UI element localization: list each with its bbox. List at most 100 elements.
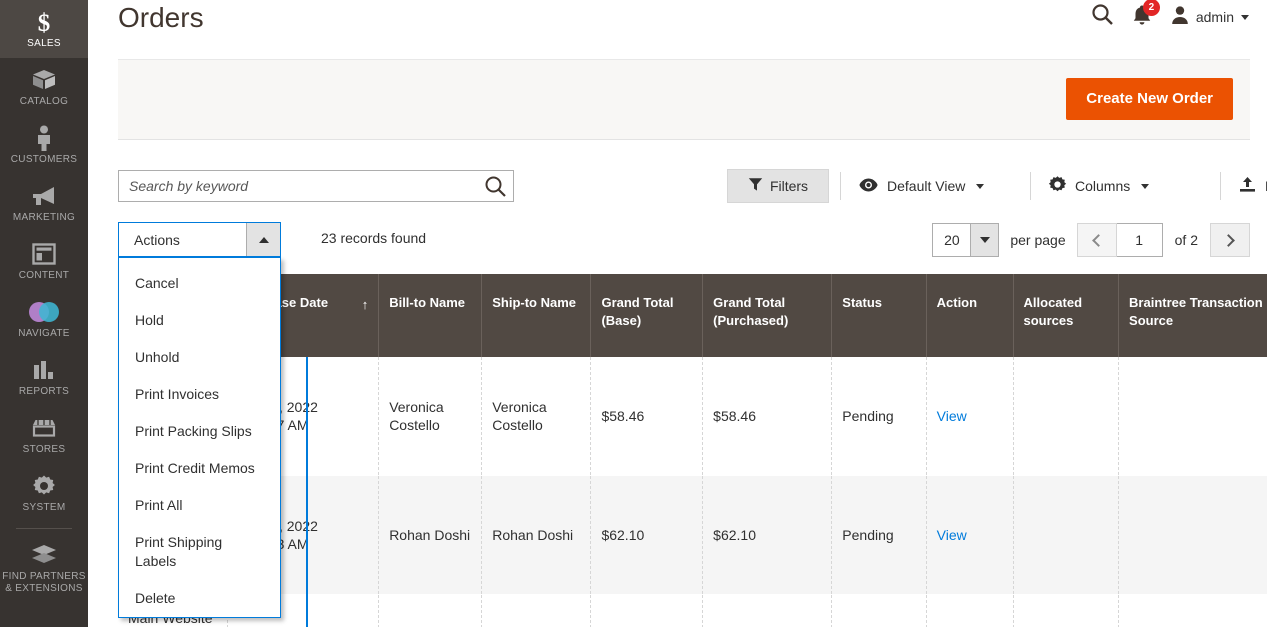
cell-bill-to-name: Rohan Doshi	[378, 475, 483, 595]
gear-icon	[2, 473, 86, 499]
search-input[interactable]	[119, 171, 469, 201]
cell-allocated-sources	[1013, 357, 1120, 476]
chevron-down-icon	[1241, 14, 1249, 20]
main-content: Orders 2 admin Create New Order Search b…	[88, 0, 1267, 627]
column-header-braintree-transaction-source[interactable]: Braintree Transaction Source	[1118, 274, 1267, 357]
cell-allocated-sources	[1013, 475, 1120, 595]
eye-icon	[858, 177, 879, 196]
cell-grand-total-base: $58.46	[590, 357, 704, 476]
table-row[interactable]: Main Website Main Website Store Default …	[118, 357, 1267, 476]
sidebar-divider	[16, 528, 72, 529]
column-header-allocated-sources[interactable]: Allocated sources	[1013, 274, 1120, 357]
sidebar-item-sales[interactable]: $ SALES	[0, 0, 88, 58]
table-row[interactable]: Main Website Main Website Store Default …	[118, 475, 1267, 595]
column-header-bill-to-name[interactable]: Bill-to Name	[378, 274, 483, 357]
per-page-selector[interactable]: 20	[932, 223, 1000, 257]
toolbar-divider	[1030, 172, 1031, 200]
global-search-button[interactable]	[1091, 3, 1114, 31]
user-menu-button[interactable]: admin	[1170, 5, 1249, 30]
page-actions-bar: Create New Order	[118, 59, 1250, 140]
view-order-link[interactable]: View	[937, 527, 967, 543]
export-selector[interactable]: Export	[1238, 169, 1267, 203]
pagination-controls: 20 per page of 2	[932, 222, 1250, 258]
column-header-ship-to-name[interactable]: Ship-to Name	[481, 274, 592, 357]
orders-grid: Purchase Point Purchase Date ↑ Bill-to N…	[118, 274, 1267, 627]
sidebar-item-navigate[interactable]: NAVIGATE	[0, 290, 88, 348]
default-view-selector[interactable]: Default View	[858, 169, 985, 203]
keyword-search-box[interactable]	[118, 170, 514, 202]
cell-status: Pending	[831, 357, 927, 476]
chevron-down-icon	[1141, 183, 1150, 189]
action-option-print-credit-memos[interactable]: Print Credit Memos	[119, 450, 280, 487]
caret-down-icon	[979, 237, 990, 243]
action-option-unhold[interactable]: Unhold	[119, 339, 280, 376]
sidebar-item-find-partners-extensions[interactable]: FIND PARTNERS & EXTENSIONS	[0, 533, 88, 603]
cell-braintree-source	[1118, 357, 1267, 476]
grid-header-row: Purchase Point Purchase Date ↑ Bill-to N…	[118, 274, 1267, 357]
action-option-delete[interactable]: Delete	[119, 580, 280, 617]
column-header-grand-total-purchased[interactable]: Grand Total (Purchased)	[702, 274, 833, 357]
storefront-icon	[2, 415, 86, 441]
dollar-icon: $	[2, 9, 86, 35]
column-header-status[interactable]: Status	[831, 274, 927, 357]
previous-page-button[interactable]	[1076, 223, 1117, 257]
mass-actions-menu[interactable]: Cancel Hold Unhold Print Invoices Print …	[118, 257, 281, 618]
table-row[interactable]: Main Website Main Website Store Default …	[118, 594, 1267, 627]
mass-actions-dropdown-button[interactable]: Actions	[118, 222, 281, 257]
page-title: Orders	[118, 2, 204, 33]
create-new-order-button[interactable]: Create New Order	[1066, 78, 1233, 120]
cell-status: Pending	[831, 475, 927, 595]
cell-ship-to-name: Veronica	[481, 594, 592, 627]
cell-braintree-source	[1118, 475, 1267, 595]
sidebar-item-marketing[interactable]: MARKETING	[0, 174, 88, 232]
sidebar-item-customers[interactable]: CUSTOMERS	[0, 116, 88, 174]
sidebar-item-label: CUSTOMERS	[10, 154, 78, 165]
sidebar-item-catalog[interactable]: CATALOG	[0, 58, 88, 116]
sort-ascending-icon: ↑	[361, 297, 369, 312]
action-option-cancel[interactable]: Cancel	[119, 265, 280, 302]
sidebar-item-content[interactable]: CONTENT	[0, 232, 88, 290]
action-option-hold[interactable]: Hold	[119, 302, 280, 339]
notifications-button[interactable]: 2	[1132, 0, 1160, 31]
sidebar-item-label: MARKETING	[12, 212, 76, 223]
action-option-print-all[interactable]: Print All	[119, 487, 280, 524]
search-icon	[1091, 3, 1114, 31]
cell-ship-to-name: Rohan Doshi	[481, 475, 592, 595]
sidebar-item-stores[interactable]: STORES	[0, 406, 88, 464]
next-page-button[interactable]	[1210, 223, 1250, 257]
sidebar-item-reports[interactable]: REPORTS	[0, 348, 88, 406]
box-icon	[2, 67, 86, 93]
admin-sidebar: $ SALES CATALOG CUSTOMERS MARKETING CONT…	[0, 0, 88, 627]
action-option-print-invoices[interactable]: Print Invoices	[119, 376, 280, 413]
current-page-input[interactable]	[1116, 223, 1163, 257]
toolbar-divider	[840, 172, 841, 200]
cell-grand-total-base: $62.10	[590, 475, 704, 595]
filters-button[interactable]: Filters	[727, 169, 829, 203]
sidebar-item-label: CATALOG	[19, 96, 69, 107]
columns-label: Columns	[1075, 178, 1131, 194]
per-page-value: 20	[944, 232, 960, 248]
sidebar-item-label: SALES	[27, 38, 61, 49]
cell-allocated-sources	[1013, 594, 1120, 627]
cell-action: View	[926, 475, 1014, 595]
sidebar-item-system[interactable]: SYSTEM	[0, 464, 88, 522]
cell-braintree-source	[1118, 594, 1267, 627]
view-order-link[interactable]: View	[937, 408, 967, 424]
svg-text:$: $	[38, 10, 51, 35]
search-submit-button[interactable]	[483, 175, 507, 199]
layout-icon	[2, 241, 86, 267]
chevron-down-icon	[976, 183, 985, 189]
actions-toggle[interactable]	[246, 223, 280, 256]
chevron-right-icon	[1222, 233, 1235, 247]
columns-selector[interactable]: Columns	[1048, 169, 1150, 203]
action-option-print-shipping-labels[interactable]: Print Shipping Labels	[119, 524, 280, 580]
orders-grid-container: Purchase Point Purchase Date ↑ Bill-to N…	[118, 274, 1267, 627]
caret-up-icon	[258, 236, 269, 243]
total-pages-label: of 2	[1174, 232, 1198, 248]
action-option-print-packing-slips[interactable]: Print Packing Slips	[119, 413, 280, 450]
per-page-toggle[interactable]	[970, 224, 999, 256]
column-header-grand-total-base[interactable]: Grand Total (Base)	[590, 274, 704, 357]
cell-action: View	[926, 357, 1014, 476]
sidebar-item-label: REPORTS	[18, 386, 70, 397]
sidebar-item-label: CONTENT	[18, 270, 70, 281]
